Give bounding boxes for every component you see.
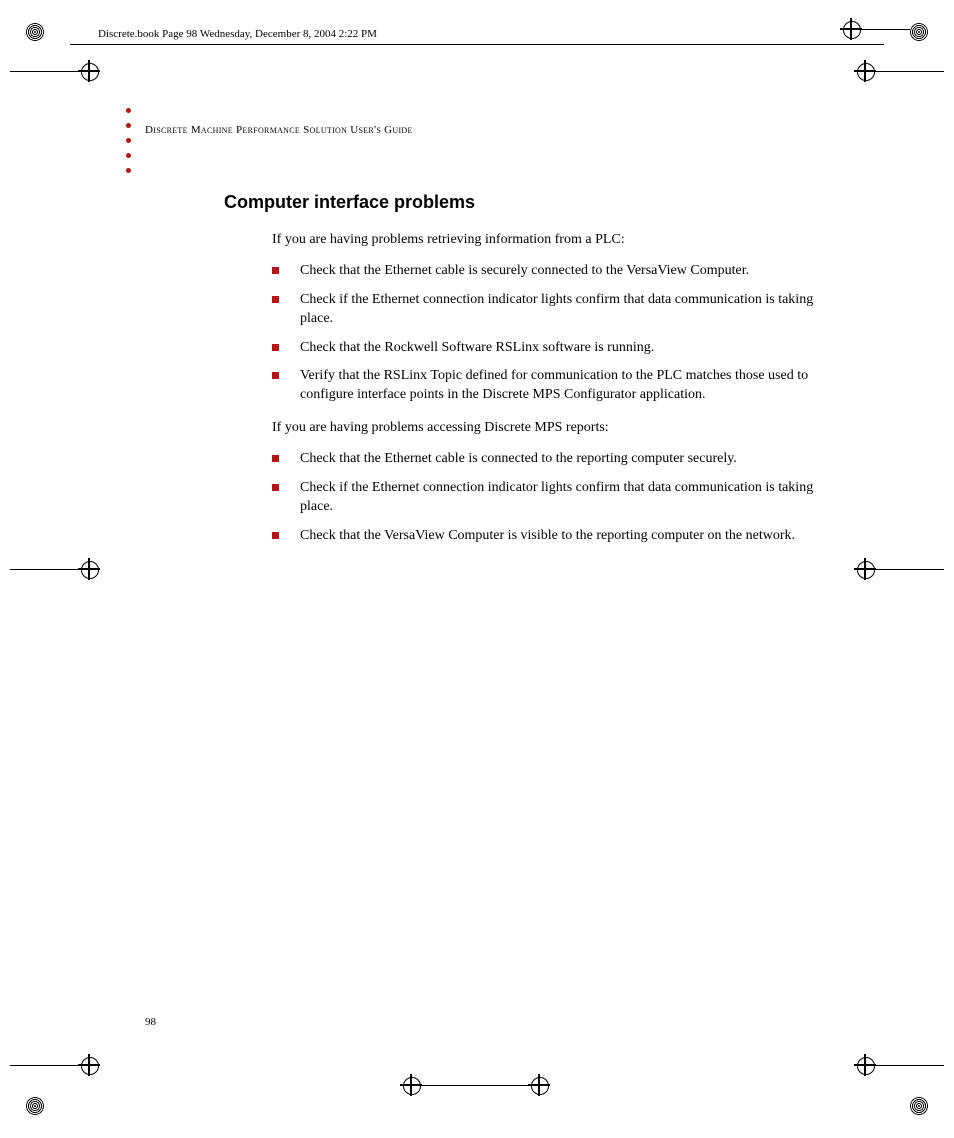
list-item: Check that the Rockwell Software RSLinx … <box>272 339 824 358</box>
intro-paragraph: If you are having problems accessing Dis… <box>272 419 824 438</box>
crop-mark-icon <box>854 1054 944 1078</box>
list-item: Verify that the RSLinx Topic defined for… <box>272 367 824 405</box>
list-item: Check if the Ethernet connection indicat… <box>272 291 824 329</box>
crop-mark-icon <box>854 558 944 582</box>
crop-mark-icon <box>10 1054 100 1078</box>
crop-mark-icon <box>10 558 100 582</box>
crop-mark-icon <box>10 60 100 84</box>
running-head: Discrete Machine Performance Solution Us… <box>145 124 413 136</box>
registration-dot-icon <box>26 23 44 41</box>
intro-paragraph: If you are having problems retrieving in… <box>272 231 824 250</box>
page-number: 98 <box>145 1016 156 1028</box>
list-item: Check that the VersaView Computer is vis… <box>272 527 824 546</box>
list-item: Check that the Ethernet cable is securel… <box>272 262 824 281</box>
list-item: Check if the Ethernet connection indicat… <box>272 479 824 517</box>
registration-dot-icon <box>910 1097 928 1115</box>
section-dots-icon <box>126 98 131 183</box>
registration-dot-icon <box>26 1097 44 1115</box>
crop-mark-icon <box>400 1074 550 1098</box>
bullet-list: Check that the Ethernet cable is securel… <box>272 262 824 405</box>
print-header: Discrete.book Page 98 Wednesday, Decembe… <box>98 28 377 40</box>
page: Discrete.book Page 98 Wednesday, Decembe… <box>0 0 954 1138</box>
registration-dot-icon <box>910 23 928 41</box>
content-region: Computer interface problems If you are h… <box>224 192 824 560</box>
bullet-list: Check that the Ethernet cable is connect… <box>272 450 824 546</box>
crop-mark-icon <box>840 18 910 42</box>
section-title: Computer interface problems <box>224 192 824 213</box>
print-header-rule <box>70 44 884 45</box>
crop-mark-icon <box>854 60 944 84</box>
list-item: Check that the Ethernet cable is connect… <box>272 450 824 469</box>
